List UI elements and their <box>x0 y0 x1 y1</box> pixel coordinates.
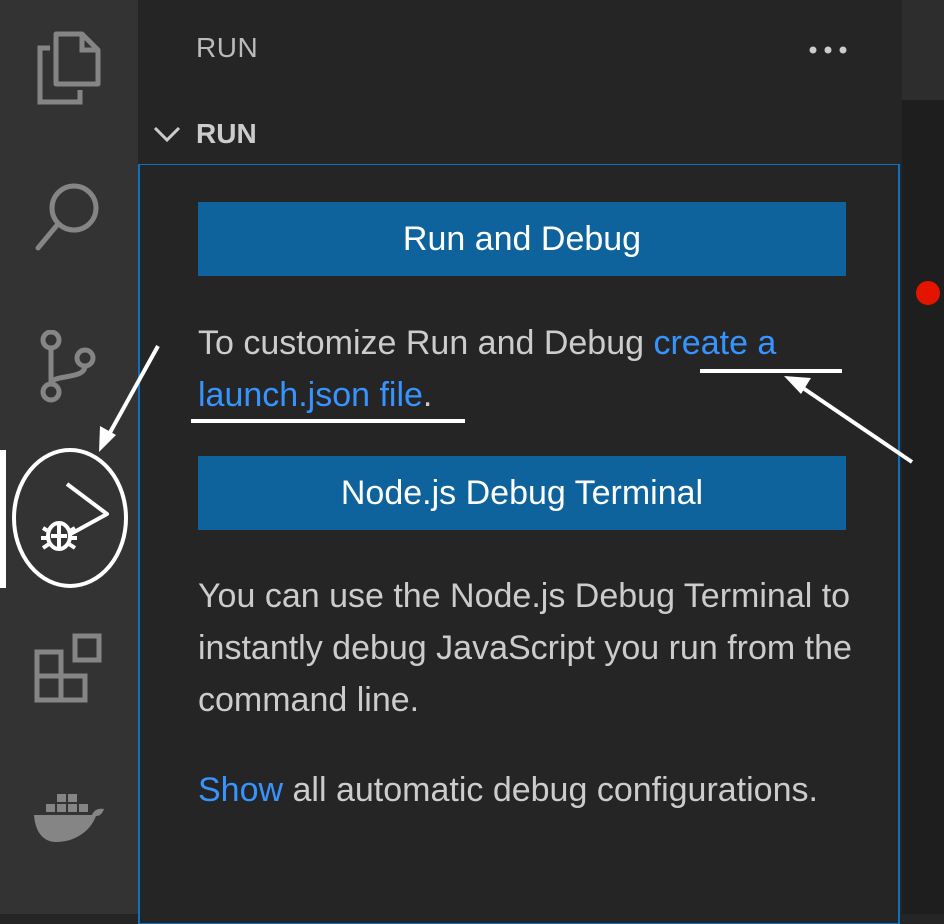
chevron-down-icon <box>153 126 181 143</box>
node-debug-terminal-button[interactable]: Node.js Debug Terminal <box>198 456 846 530</box>
run-and-debug-button[interactable]: Run and Debug <box>198 202 846 276</box>
show-configurations-text: Show all automatic debug configurations. <box>198 764 858 816</box>
customize-suffix: . <box>422 376 433 414</box>
run-section-header[interactable]: RUN <box>152 112 257 156</box>
editor-tab-bar <box>902 0 944 100</box>
active-indicator <box>0 450 6 588</box>
extensions-icon[interactable] <box>0 632 138 704</box>
activity-bar <box>0 0 138 914</box>
docker-icon[interactable] <box>0 790 138 846</box>
run-sidebar: RUN RUN Run and Debug To customize Run a… <box>138 0 902 924</box>
run-view-content: Run and Debug To customize Run and Debug… <box>138 164 900 924</box>
files-icon[interactable] <box>0 30 138 106</box>
show-suffix: all automatic debug configurations. <box>283 771 818 809</box>
search-icon[interactable] <box>0 180 138 254</box>
breakpoint-icon[interactable] <box>916 281 940 305</box>
editor-area <box>902 0 944 914</box>
ellipsis-icon <box>809 46 847 54</box>
source-control-icon[interactable] <box>0 330 138 404</box>
show-link[interactable]: Show <box>198 771 283 809</box>
section-label: RUN <box>196 118 257 149</box>
run-debug-icon[interactable] <box>0 476 138 556</box>
more-actions-button[interactable] <box>806 30 850 70</box>
node-description: You can use the Node.js Debug Terminal t… <box>198 577 852 719</box>
customize-prefix: To customize Run and Debug <box>198 324 654 362</box>
customize-text: To customize Run and Debug create a laun… <box>198 317 858 421</box>
sidebar-title: RUN <box>196 32 259 63</box>
